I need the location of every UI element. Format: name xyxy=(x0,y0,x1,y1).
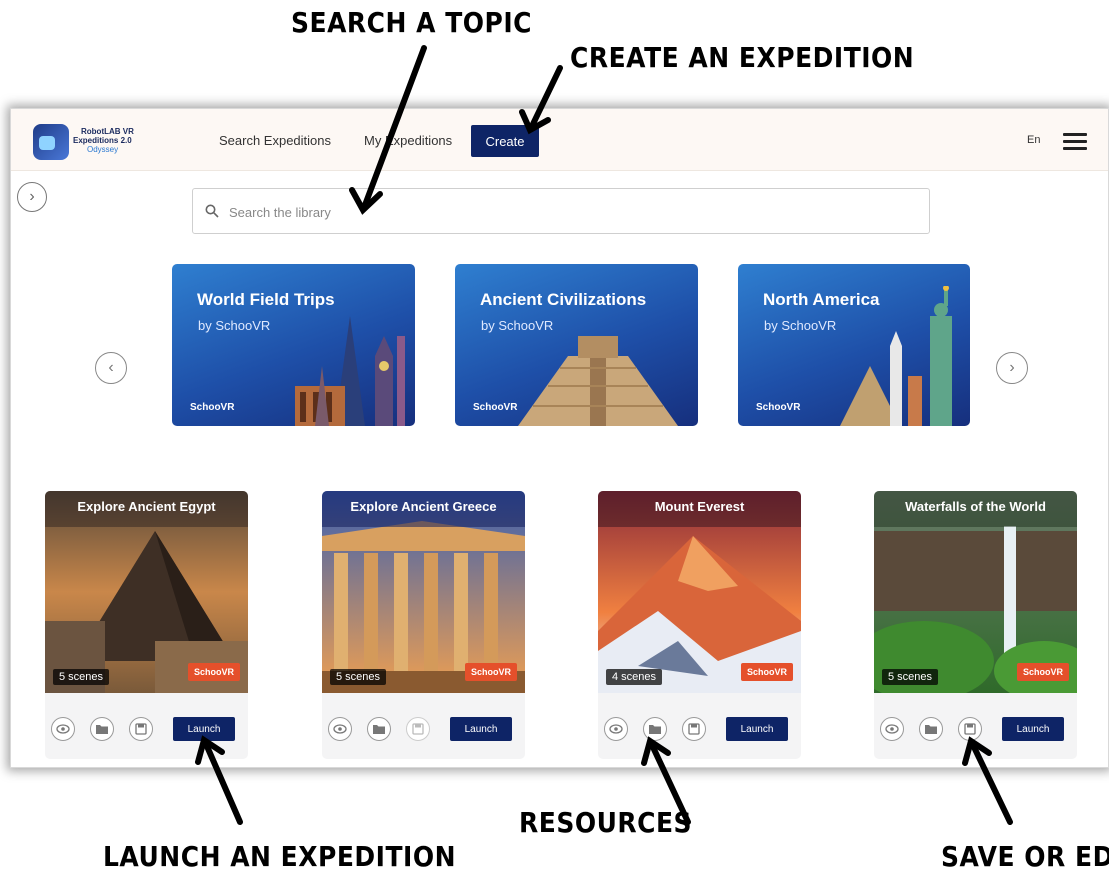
carousel-next-chevron-icon[interactable]: › xyxy=(996,352,1028,384)
logo-line-2: Expeditions 2.0 xyxy=(73,136,132,145)
launch-button[interactable]: Launch xyxy=(173,717,235,741)
scene-count-badge: 5 scenes xyxy=(330,669,387,685)
scene-count-badge: 4 scenes xyxy=(606,669,663,685)
expedition-card-waterfalls[interactable]: Waterfalls of the World 5 scenes SchooVR… xyxy=(874,491,1077,759)
expedition-title: Explore Ancient Egypt xyxy=(77,499,216,514)
carousel-prev-chevron-icon[interactable]: ‹ xyxy=(95,352,127,384)
card-actions: Launch xyxy=(322,693,525,759)
top-navbar: RobotLAB VR Expeditions 2.0 Odyssey Sear… xyxy=(11,109,1108,171)
launch-button[interactable]: Launch xyxy=(450,717,512,741)
schoovr-tag: SchooVR xyxy=(1016,663,1069,681)
create-button[interactable]: Create xyxy=(471,125,539,157)
resources-folder-icon[interactable] xyxy=(919,717,943,741)
launch-button[interactable]: Launch xyxy=(1002,717,1064,741)
card-actions: Launch xyxy=(598,693,801,759)
resources-folder-icon[interactable] xyxy=(90,717,114,741)
app-logo-text[interactable]: RobotLAB VR Expeditions 2.0 Odyssey xyxy=(73,127,134,154)
scene-count-badge: 5 scenes xyxy=(53,669,110,685)
search-icon xyxy=(205,204,219,218)
scene-count-badge: 5 scenes xyxy=(882,669,939,685)
landmarks-illustration xyxy=(295,316,405,426)
schoovr-logo: SchooVR xyxy=(473,402,518,413)
callout-launch-expedition: LAUNCH AN EXPEDITION xyxy=(103,840,457,870)
logo-line-1: RobotLAB VR xyxy=(81,127,134,136)
featured-title: North America xyxy=(763,290,880,309)
expedition-card-everest[interactable]: Mount Everest 4 scenes SchooVR Launch xyxy=(598,491,801,759)
expedition-card-greece[interactable]: Explore Ancient Greece 5 scenes SchooVR … xyxy=(322,491,525,759)
schoovr-logo: SchooVR xyxy=(756,402,801,413)
save-disk-icon[interactable] xyxy=(958,717,982,741)
expedition-card-egypt[interactable]: Explore Ancient Egypt 5 scenes SchooVR L… xyxy=(45,491,248,759)
featured-card-ancient-civilizations[interactable]: Ancient Civilizations by SchooVR SchooVR xyxy=(455,264,698,426)
schoovr-logo: SchooVR xyxy=(190,402,235,413)
callout-search-topic: SEARCH A TOPIC xyxy=(291,6,532,39)
nav-search-expeditions[interactable]: Search Expeditions xyxy=(219,133,331,148)
save-disk-icon[interactable] xyxy=(406,717,430,741)
app-screenshot-frame: RobotLAB VR Expeditions 2.0 Odyssey Sear… xyxy=(10,108,1109,768)
save-disk-icon[interactable] xyxy=(129,717,153,741)
featured-card-world-field-trips[interactable]: World Field Trips by SchooVR SchooVR xyxy=(172,264,415,426)
featured-byline: by SchooVR xyxy=(764,318,837,333)
expedition-title: Explore Ancient Greece xyxy=(350,499,497,514)
card-actions: Launch xyxy=(874,693,1077,759)
schoovr-tag: SchooVR xyxy=(740,663,793,681)
callout-save-or-edit: SAVE OR EDIT xyxy=(941,840,1109,870)
featured-title: Ancient Civilizations xyxy=(480,290,647,309)
callout-resources: RESOURCES xyxy=(519,806,693,839)
save-disk-icon[interactable] xyxy=(682,717,706,741)
preview-eye-icon[interactable] xyxy=(604,717,628,741)
callout-create-expedition: CREATE AN EXPEDITION xyxy=(570,41,915,74)
search-bar[interactable] xyxy=(192,188,930,234)
launch-button[interactable]: Launch xyxy=(726,717,788,741)
search-input[interactable] xyxy=(229,199,909,225)
resources-folder-icon[interactable] xyxy=(643,717,667,741)
preview-eye-icon[interactable] xyxy=(328,717,352,741)
sidebar-toggle-chevron-icon[interactable]: › xyxy=(17,182,47,212)
logo-line-3: Odyssey xyxy=(87,145,119,154)
schoovr-tag: SchooVR xyxy=(187,663,240,681)
hamburger-icon[interactable] xyxy=(1063,133,1087,151)
expedition-title: Waterfalls of the World xyxy=(905,499,1046,514)
robotlab-logo-icon[interactable] xyxy=(33,124,69,160)
featured-title: World Field Trips xyxy=(197,290,335,309)
expedition-title: Mount Everest xyxy=(654,499,745,514)
preview-eye-icon[interactable] xyxy=(51,717,75,741)
preview-eye-icon[interactable] xyxy=(880,717,904,741)
card-actions: Launch xyxy=(45,693,248,759)
featured-byline: by SchooVR xyxy=(198,318,271,333)
featured-byline: by SchooVR xyxy=(481,318,554,333)
language-selector[interactable]: En xyxy=(1027,134,1040,146)
resources-folder-icon[interactable] xyxy=(367,717,391,741)
featured-card-north-america[interactable]: North America by SchooVR SchooVR xyxy=(738,264,970,426)
nav-my-expeditions[interactable]: My Expeditions xyxy=(364,133,452,148)
schoovr-tag: SchooVR xyxy=(464,663,517,681)
